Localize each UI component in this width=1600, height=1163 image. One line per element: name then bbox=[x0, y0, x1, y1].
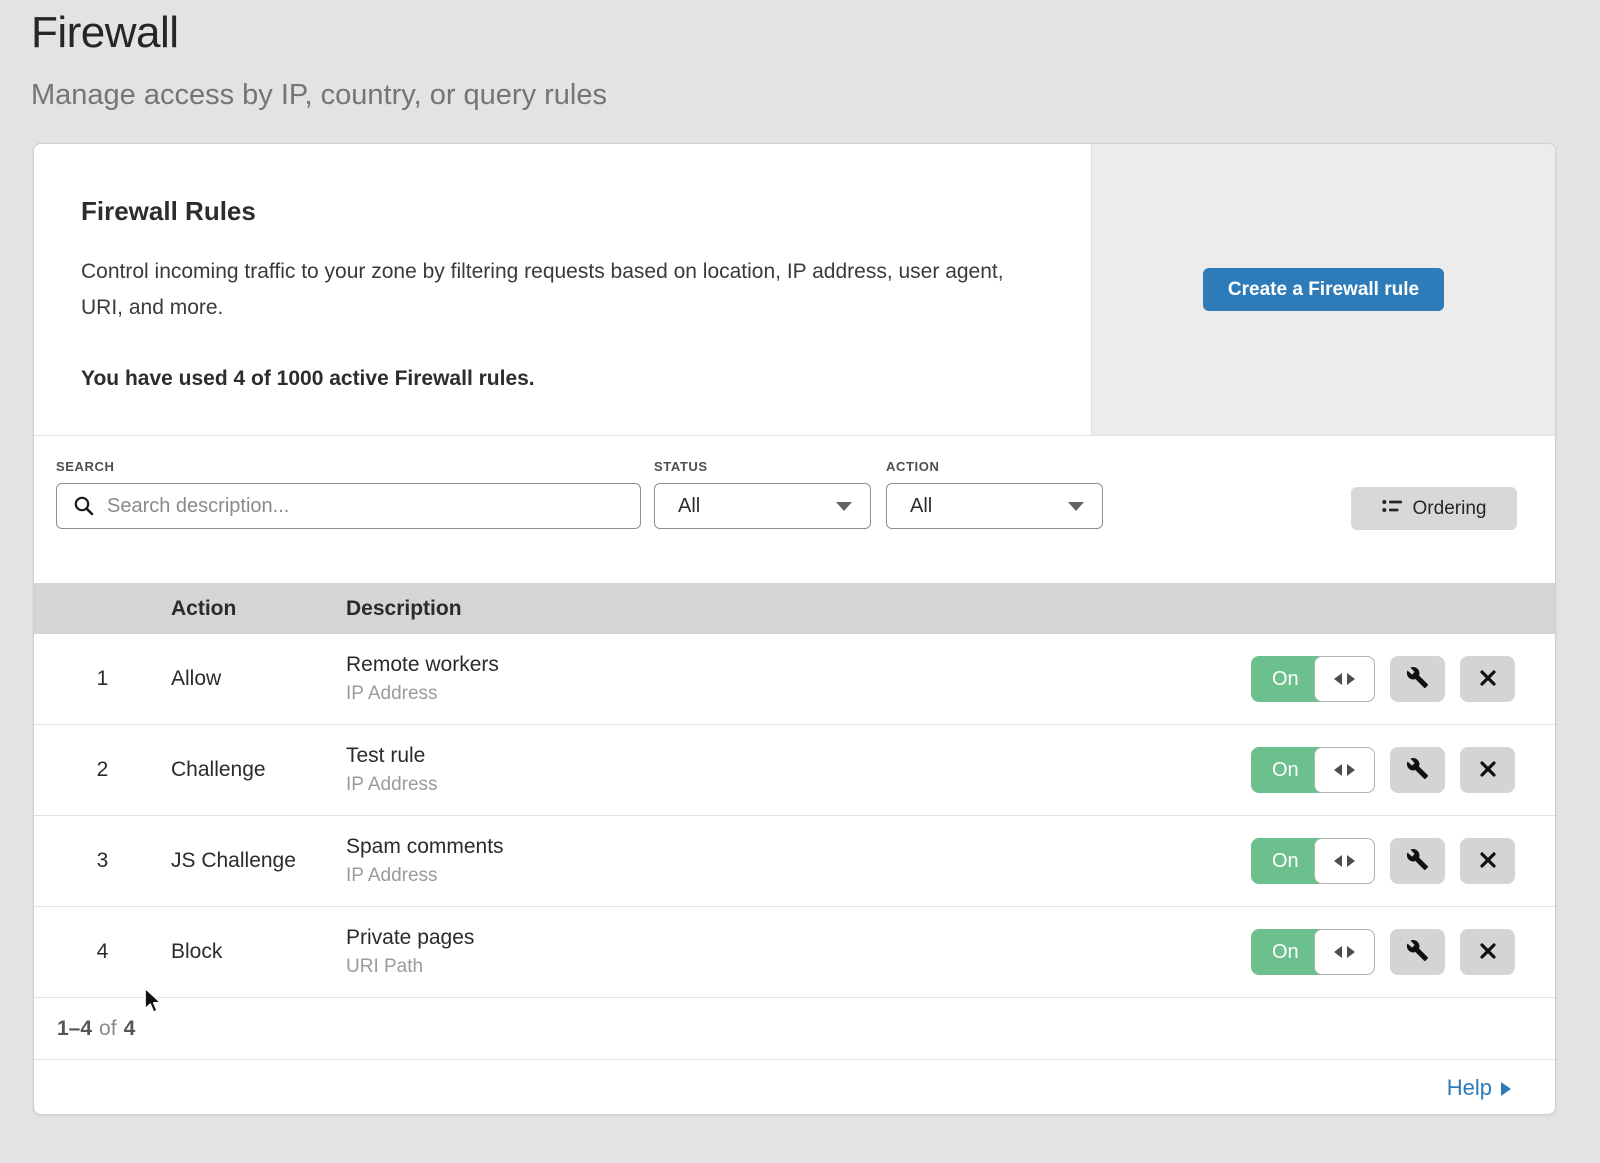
rule-action: JS Challenge bbox=[171, 849, 346, 873]
chevron-down-icon bbox=[836, 502, 852, 511]
section-description: Control incoming traffic to your zone by… bbox=[81, 254, 1021, 326]
search-filter-group: SEARCH bbox=[56, 459, 641, 529]
description-column-header: Description bbox=[346, 597, 1555, 621]
search-input[interactable] bbox=[56, 483, 641, 529]
status-filter-group: STATUS All bbox=[654, 459, 871, 529]
firewall-rules-card: Firewall Rules Control incoming traffic … bbox=[33, 143, 1556, 1115]
action-filter-group: ACTION All bbox=[886, 459, 1103, 529]
wrench-icon bbox=[1406, 848, 1429, 874]
help-link[interactable]: Help bbox=[1447, 1075, 1511, 1101]
wrench-icon bbox=[1406, 939, 1429, 965]
help-link-label: Help bbox=[1447, 1075, 1492, 1101]
pagination-total: 4 bbox=[124, 1017, 136, 1041]
rule-field: IP Address bbox=[346, 865, 1251, 887]
drag-handle-icon[interactable] bbox=[1314, 656, 1375, 702]
delete-rule-button[interactable] bbox=[1460, 838, 1515, 884]
chevron-down-icon bbox=[1068, 502, 1084, 511]
card-footer: Help bbox=[34, 1060, 1555, 1116]
rule-priority: 4 bbox=[34, 940, 171, 964]
edit-rule-button[interactable] bbox=[1390, 747, 1445, 793]
ordering-button[interactable]: Ordering bbox=[1351, 487, 1517, 530]
action-select[interactable]: All bbox=[886, 483, 1103, 529]
rule-priority: 2 bbox=[34, 758, 171, 782]
rule-enabled-toggle[interactable]: On bbox=[1251, 656, 1375, 702]
table-row: 4 Block Private pages URI Path On bbox=[34, 907, 1555, 998]
intro-section: Firewall Rules Control incoming traffic … bbox=[34, 144, 1555, 436]
rule-description: Private pages bbox=[346, 926, 1251, 950]
delete-rule-button[interactable] bbox=[1460, 929, 1515, 975]
search-icon bbox=[73, 495, 95, 522]
rule-action: Allow bbox=[171, 667, 346, 691]
status-select[interactable]: All bbox=[654, 483, 871, 529]
edit-rule-button[interactable] bbox=[1390, 838, 1445, 884]
search-label: SEARCH bbox=[56, 459, 641, 474]
rule-enabled-toggle[interactable]: On bbox=[1251, 747, 1375, 793]
rule-priority: 3 bbox=[34, 849, 171, 873]
edit-rule-button[interactable] bbox=[1390, 929, 1445, 975]
filter-bar: SEARCH STATUS All ACTION All bbox=[34, 436, 1555, 583]
rule-field: URI Path bbox=[346, 956, 1251, 978]
action-label: ACTION bbox=[886, 459, 1103, 474]
rule-field: IP Address bbox=[346, 774, 1251, 796]
page-header: Firewall Manage access by IP, country, o… bbox=[0, 0, 1600, 112]
pagination-summary: 1–4 of 4 bbox=[34, 998, 1555, 1060]
section-title: Firewall Rules bbox=[81, 196, 1021, 227]
rule-enabled-toggle[interactable]: On bbox=[1251, 929, 1375, 975]
drag-handle-icon[interactable] bbox=[1314, 929, 1375, 975]
status-selected-value: All bbox=[678, 495, 700, 518]
drag-handle-icon[interactable] bbox=[1314, 838, 1375, 884]
delete-rule-button[interactable] bbox=[1460, 656, 1515, 702]
close-icon bbox=[1478, 850, 1498, 873]
rule-action: Block bbox=[171, 940, 346, 964]
pagination-range: 1–4 bbox=[57, 1017, 92, 1041]
close-icon bbox=[1478, 668, 1498, 691]
intro-text-pane: Firewall Rules Control incoming traffic … bbox=[34, 144, 1091, 435]
rule-description: Remote workers bbox=[346, 653, 1251, 677]
rule-enabled-toggle[interactable]: On bbox=[1251, 838, 1375, 884]
usage-summary: You have used 4 of 1000 active Firewall … bbox=[81, 367, 1021, 391]
ordering-icon bbox=[1382, 497, 1402, 521]
rule-priority: 1 bbox=[34, 667, 171, 691]
status-label: STATUS bbox=[654, 459, 871, 474]
table-row: 2 Challenge Test rule IP Address On bbox=[34, 725, 1555, 816]
page-subtitle: Manage access by IP, country, or query r… bbox=[31, 79, 1600, 112]
page-title: Firewall bbox=[31, 8, 1600, 58]
create-firewall-rule-button[interactable]: Create a Firewall rule bbox=[1203, 268, 1444, 311]
table-row: 1 Allow Remote workers IP Address On bbox=[34, 634, 1555, 725]
wrench-icon bbox=[1406, 666, 1429, 692]
rule-description: Spam comments bbox=[346, 835, 1251, 859]
wrench-icon bbox=[1406, 757, 1429, 783]
rule-description: Test rule bbox=[346, 744, 1251, 768]
table-row: 3 JS Challenge Spam comments IP Address … bbox=[34, 816, 1555, 907]
rule-field: IP Address bbox=[346, 683, 1251, 705]
rule-action: Challenge bbox=[171, 758, 346, 782]
close-icon bbox=[1478, 941, 1498, 964]
table-header: Action Description bbox=[34, 583, 1555, 634]
ordering-button-label: Ordering bbox=[1413, 498, 1487, 520]
close-icon bbox=[1478, 759, 1498, 782]
edit-rule-button[interactable] bbox=[1390, 656, 1445, 702]
delete-rule-button[interactable] bbox=[1460, 747, 1515, 793]
intro-action-pane: Create a Firewall rule bbox=[1091, 144, 1555, 435]
help-arrow-icon bbox=[1501, 1082, 1511, 1096]
action-selected-value: All bbox=[910, 495, 932, 518]
action-column-header: Action bbox=[171, 597, 346, 621]
pagination-of: of bbox=[99, 1017, 117, 1041]
drag-handle-icon[interactable] bbox=[1314, 747, 1375, 793]
